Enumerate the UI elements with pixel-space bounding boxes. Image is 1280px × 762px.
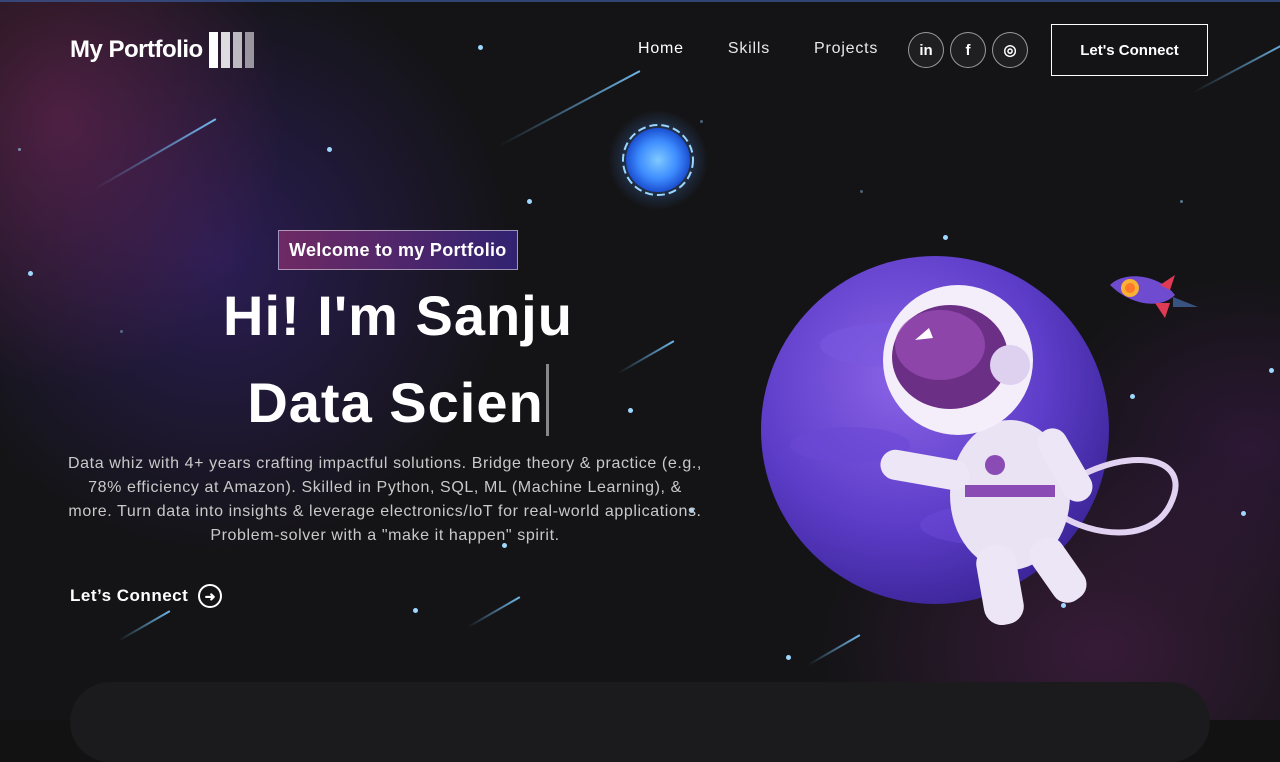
main-nav: Home Skills Projects [638,40,878,58]
header-connect-button[interactable]: Let's Connect [1051,24,1208,76]
brand-name: My Portfolio [70,36,203,63]
hero-headline-line1: Hi! I'm Sanju [223,284,573,347]
rocket-icon [1110,275,1198,318]
welcome-badge: Welcome to my Portfolio [278,230,518,270]
hero-description: Data whiz with 4+ years crafting impactf… [68,455,702,544]
typed-role-text: Data Scien [247,371,544,434]
facebook-icon[interactable]: f [950,32,986,68]
logo-bars-icon [208,32,254,68]
typing-cursor [545,364,549,436]
top-border-line [0,0,1280,2]
hero-connect-label: Let’s Connect [70,586,189,605]
arrow-right-circle-icon: ➜ [198,584,223,608]
skills-section-panel [70,682,1210,762]
social-links: in f ◎ [908,32,1028,68]
nav-item-home[interactable]: Home [638,40,684,58]
nav-item-projects[interactable]: Projects [814,40,878,58]
brand-logo[interactable]: My Portfolio [70,32,254,68]
glowing-planet-orb [608,110,708,210]
hero-connect-button[interactable]: Let’s Connect ➜ [70,584,223,608]
instagram-icon[interactable]: ◎ [992,32,1028,68]
nav-item-skills[interactable]: Skills [728,40,770,58]
linkedin-icon[interactable]: in [908,32,944,68]
hero-headline-line2: Data Scien [0,364,796,436]
